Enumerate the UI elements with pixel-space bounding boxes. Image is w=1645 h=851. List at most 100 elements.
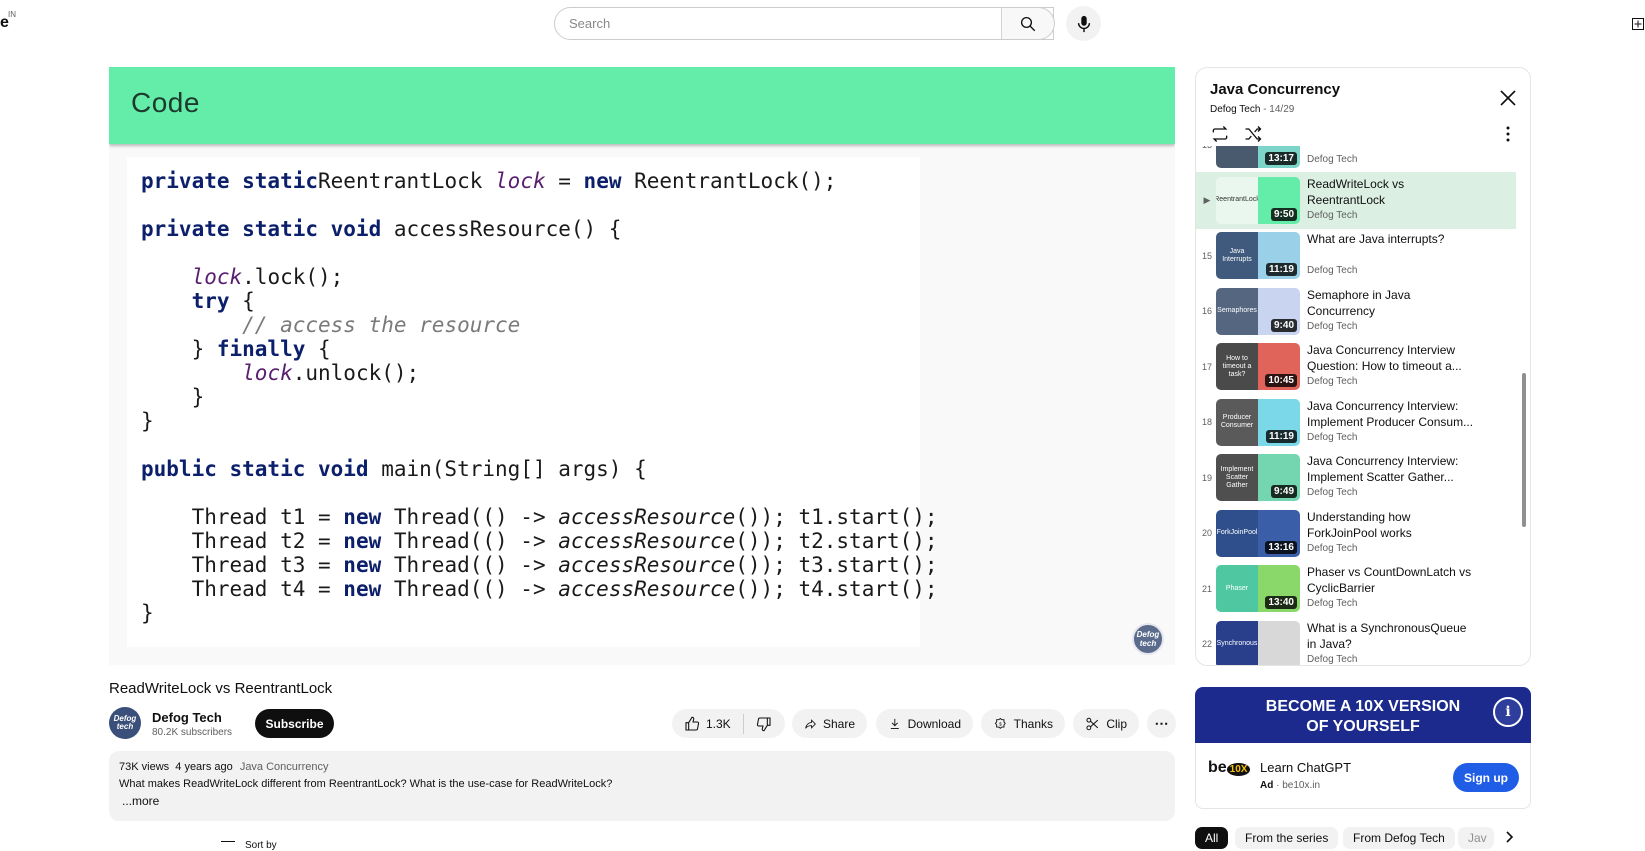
playlist-item-thumbnail[interactable]: How to timeout a task? 10:45 <box>1216 343 1300 390</box>
playlist-item-title[interactable]: Phaser vs CountDownLatch vs CyclicBarrie… <box>1307 564 1475 596</box>
duration-badge: 10:45 <box>1265 374 1297 387</box>
advertiser-logo-badge: 10X <box>1226 763 1251 776</box>
playlist-item-title[interactable]: What is a SynchronousQueue in Java? <box>1307 620 1475 652</box>
video-tag[interactable]: Java Concurrency <box>240 761 329 773</box>
thumbnail-text: ForkJoinPool <box>1216 509 1258 557</box>
close-icon[interactable] <box>1498 88 1518 108</box>
code-token: Thread t2 = <box>141 529 344 553</box>
code-line <box>141 481 938 505</box>
playlist-item-title[interactable]: Java Concurrency Interview Question: How… <box>1307 342 1475 374</box>
chip-from-channel[interactable]: From Defog Tech <box>1343 827 1455 849</box>
playlist-item-thumbnail[interactable]: ReentrantLock 13:17 <box>1216 146 1300 168</box>
duration-badge: 13:40 <box>1265 596 1297 609</box>
code-token: } <box>141 385 205 409</box>
playlist-item-thumbnail[interactable]: ReentrantLock 9:50 <box>1216 176 1300 224</box>
playlist-item-channel: Defog Tech <box>1307 487 1358 498</box>
search-input[interactable] <box>569 16 1053 31</box>
code-token: accessResource <box>558 577 736 601</box>
shuffle-icon[interactable] <box>1243 124 1263 144</box>
thumbnail-text: Implement Scatter Gather <box>1216 454 1258 501</box>
thanks-icon: $ <box>994 717 1006 729</box>
thumbnail-text: Java Interrupts <box>1216 232 1258 279</box>
subscribe-button[interactable]: Subscribe <box>255 709 334 738</box>
playlist-item-title[interactable]: Understanding how ForkJoinPool works <box>1307 509 1475 541</box>
ad-info-icon[interactable]: i <box>1493 697 1523 727</box>
playlist-item-channel: Defog Tech <box>1307 154 1358 165</box>
playlist-item-thumbnail[interactable]: Implement Scatter Gather 9:49 <box>1216 454 1300 501</box>
playlist-item-title[interactable]: ReadWriteLock vs ReentrantLock <box>1307 176 1475 208</box>
slide-title: Code <box>131 87 200 118</box>
chip-from-series[interactable]: From the series <box>1235 827 1339 849</box>
dislike-icon[interactable] <box>756 716 772 732</box>
playlist-item[interactable]: 16 Semaphores 9:40 Semaphore in Java Concur… <box>1196 283 1516 340</box>
thumbnail-text: Semaphores <box>1216 287 1258 335</box>
code-token: .lock(); <box>242 265 344 289</box>
video-player[interactable]: Code private staticReentrantLock lock = … <box>109 67 1175 665</box>
playlist-item-title[interactable]: Java Concurrency Interview: Implement Sc… <box>1307 453 1475 485</box>
playlist-item-thumbnail[interactable]: ForkJoinPool 13:16 <box>1216 509 1300 557</box>
duration-badge: 9:49 <box>1270 485 1297 498</box>
channel-avatar[interactable]: Defog tech <box>109 707 141 739</box>
create-icon[interactable] <box>1632 18 1644 30</box>
description-box[interactable]: 73K views 4 years ago Java Concurrency W… <box>109 751 1175 821</box>
code-token: Thread t3 = <box>141 553 344 577</box>
sort-by-label[interactable]: Sort by <box>245 840 277 851</box>
playlist-item-thumbnail[interactable]: Java Interrupts 11:19 <box>1216 232 1300 279</box>
channel-name[interactable]: Defog Tech <box>152 710 222 725</box>
channel-watermark[interactable]: Defog tech <box>1132 623 1164 655</box>
ad-title[interactable]: Learn ChatGPT <box>1260 760 1351 775</box>
search-button[interactable] <box>1001 7 1055 40</box>
playlist-item[interactable]: 20 ForkJoinPool 13:16 Understanding how For… <box>1196 505 1516 562</box>
download-button[interactable]: Download <box>876 709 973 738</box>
playlist-item[interactable]: 22 Synchronous What is a SynchronousQueue … <box>1196 616 1516 665</box>
thanks-button[interactable]: $ Thanks <box>981 709 1065 738</box>
clip-button[interactable]: Clip <box>1073 709 1139 738</box>
ad-signup-button[interactable]: Sign up <box>1453 763 1519 792</box>
share-button[interactable]: Share <box>792 709 867 738</box>
playlist-item-channel: Defog Tech <box>1307 376 1358 387</box>
like-count[interactable]: 1.3K <box>706 717 731 731</box>
search-box[interactable] <box>554 7 1054 40</box>
playlist-title[interactable]: Java Concurrency <box>1210 81 1340 98</box>
playlist-item-thumbnail[interactable]: Producer Consumer 11:19 <box>1216 398 1300 446</box>
ad-body[interactable]: be 10X Learn ChatGPT Ad · be10x.in Sign u… <box>1195 743 1531 809</box>
playlist-items: 13ReentrantLock13:17tryLock and moreDefo… <box>1196 146 1516 665</box>
playlist-item-channel: Defog Tech <box>1307 542 1358 554</box>
code-panel: private staticReentrantLock lock = new R… <box>127 157 938 647</box>
playlist-menu-icon[interactable] <box>1505 126 1511 142</box>
playlist-item[interactable]: 13ReentrantLock13:17tryLock and moreDefo… <box>1196 146 1516 173</box>
youtube-logo-fragment[interactable]: e <box>0 14 9 32</box>
playlist-item-title[interactable]: What are Java interrupts? <box>1307 231 1475 247</box>
code-token: { <box>305 337 331 361</box>
playlist-item[interactable]: 17 How to timeout a task? 10:45 Java Concur… <box>1196 338 1516 395</box>
playlist-item[interactable]: 19 Implement Scatter Gather 9:49 Java Concu… <box>1196 449 1516 506</box>
code-token: { <box>229 289 255 313</box>
playlist-item-title[interactable]: Semaphore in Java Concurrency <box>1307 287 1475 319</box>
duration-badge: 11:19 <box>1265 263 1297 276</box>
voice-search-button[interactable] <box>1066 6 1101 41</box>
ad-banner[interactable]: BECOME A 10X VERSION OF YOURSELF i <box>1195 687 1531 743</box>
code-line: lock.unlock(); <box>141 361 938 385</box>
more-actions-button[interactable]: ⋯ <box>1147 709 1176 738</box>
code-token: ()); t4.start(); <box>735 577 938 601</box>
playlist-item[interactable]: ▶ ReentrantLock 9:50 ReadWriteLock vs Reent… <box>1196 171 1516 229</box>
playlist-item-title[interactable]: Java Concurrency Interview: Implement Pr… <box>1307 398 1475 430</box>
like-icon[interactable] <box>684 716 700 732</box>
chip-all[interactable]: All <box>1195 827 1229 849</box>
duration-badge: 9:40 <box>1270 318 1297 332</box>
playlist-scrollbar[interactable] <box>1522 373 1526 527</box>
playlist-channel[interactable]: Defog Tech <box>1210 104 1260 115</box>
sort-icon[interactable] <box>221 841 235 842</box>
chevron-right-icon[interactable] <box>1503 831 1515 843</box>
loop-icon[interactable] <box>1210 124 1230 144</box>
playlist-item-thumbnail[interactable]: Semaphores 9:40 <box>1216 287 1300 335</box>
playlist-item-thumbnail[interactable]: Synchronous <box>1216 620 1300 665</box>
playlist-item[interactable]: 18 Producer Consumer 11:19 Java Concurrency… <box>1196 394 1516 451</box>
playlist-item-channel: Defog Tech <box>1307 265 1358 276</box>
playlist-item-thumbnail[interactable]: Phaser 13:40 <box>1216 565 1300 612</box>
chip-java[interactable]: Jav <box>1458 827 1494 849</box>
playlist-item[interactable]: 15 Java Interrupts 11:19 What are Java inte… <box>1196 227 1516 284</box>
playlist-item[interactable]: 21 Phaser 13:40 Phaser vs CountDownLatch vs… <box>1196 560 1516 617</box>
description-more-link[interactable]: ...more <box>122 794 1165 808</box>
